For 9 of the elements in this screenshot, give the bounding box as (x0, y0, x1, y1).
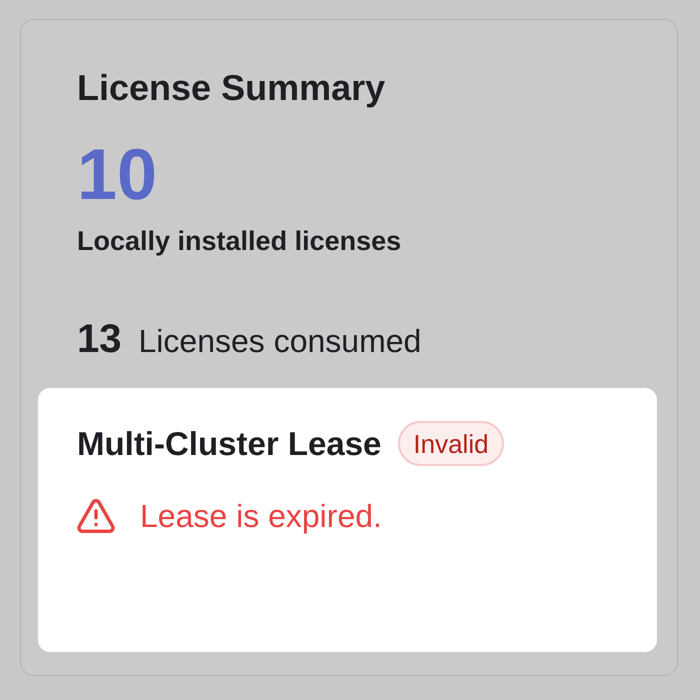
consumed-count: 13 (77, 316, 122, 363)
consumed-label: Licenses consumed (138, 322, 422, 361)
card-title: License Summary (77, 66, 386, 110)
installed-label: Locally installed licenses (77, 225, 402, 258)
warning-icon (77, 499, 115, 533)
alert-message: Lease is expired. (140, 497, 382, 536)
lease-title: Multi-Cluster Lease (77, 424, 382, 464)
status-badge: Invalid (398, 421, 504, 466)
installed-count: 10 (77, 135, 158, 215)
